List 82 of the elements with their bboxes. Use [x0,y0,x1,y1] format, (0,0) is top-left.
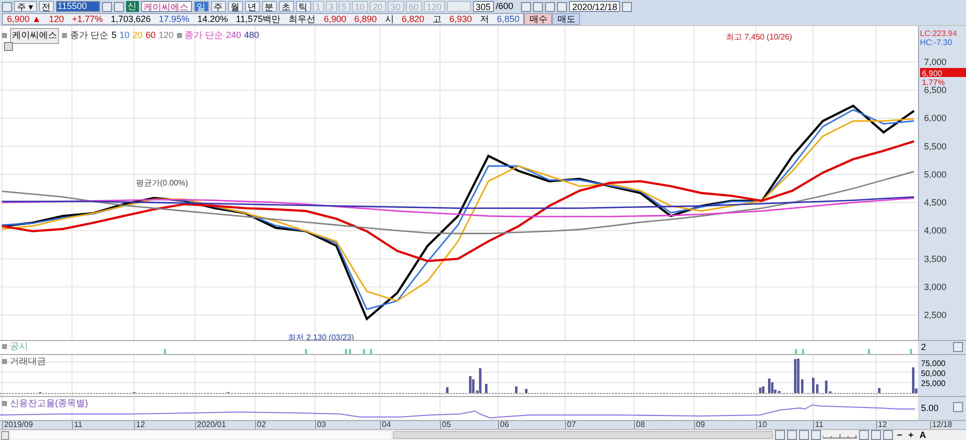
quote-value: +1.77% [72,14,103,24]
zoom-button[interactable]: A [918,430,928,440]
quote-value: 120 [48,14,64,24]
quote-value: 최우선 [288,14,316,24]
period-tab[interactable]: 주 [210,1,226,12]
legend-period: 240 [226,29,242,42]
period-tab[interactable]: 년 [244,1,260,12]
quote-value: 17.95% [158,14,190,24]
interval-dropdown[interactable] [446,1,471,12]
price-tick: 6,500 [924,85,947,96]
zoom-button[interactable]: − [895,430,904,440]
legend-marker-icon [62,33,67,38]
quote-value: 고 [432,14,442,24]
date-field[interactable]: 2020/12/18 [569,1,620,12]
volume-tick: 50,000 [921,369,946,379]
scrollbar-thumb[interactable] [393,431,773,439]
legend-marker-icon [2,33,7,38]
quote-value: 11,575백만 [236,14,281,24]
legend-stock-name: 케이씨에스 [10,28,59,44]
quote-value: 6,930 [449,14,472,24]
ruler-icon [823,432,857,438]
period-tab[interactable]: 월 [228,1,243,12]
zoom-button[interactable]: + [906,430,916,440]
price-tick: 4,500 [924,198,947,208]
chart-annotation: 최고 7,450 (10/26) [726,32,792,42]
price-tick: 3,500 [924,254,947,264]
buy-button[interactable]: 매수 [524,13,552,25]
legend-period: 5 [112,29,117,42]
market-dropdown[interactable]: 주 ▾ [14,1,37,12]
count-field[interactable]: 305 [472,1,494,12]
scope-button[interactable]: 전 [38,1,54,12]
quote-value: 6,900 ▲ [7,14,41,24]
quote-value: 시 [384,14,394,24]
quote-value: 6,900 [324,14,346,24]
quote-value: 6,890 [354,14,377,24]
legend-marker-icon [176,33,182,38]
period-tab[interactable]: 분 [262,1,277,12]
price-tick: 5,000 [924,169,947,180]
legend-period: 10 [120,29,130,42]
price-tick: 2,500 [924,310,947,320]
price-tick: 5,500 [924,141,947,152]
legend-period: 60 [146,29,156,42]
period-tab[interactable]: 초 [278,1,294,12]
quote-value: 저 [480,14,489,24]
legend-period: 120 [158,29,174,42]
panel-menu-icon[interactable] [4,42,13,51]
panel-title: 공시 [10,341,28,352]
quote-value: 6,820 [402,14,424,24]
price-tick: 7,000 [924,56,947,67]
hc-label: HC:-7.30 [920,38,952,47]
sell-button[interactable]: 매도 [552,13,580,25]
price-tick: 6,000 [924,113,947,124]
price-tick: 4,000 [924,226,947,236]
price-tick: 3,000 [924,282,947,292]
legend-period: 480 [244,29,260,42]
panel-menu-icon[interactable] [953,342,963,352]
legend-marker-icon [2,401,7,406]
quote-value: 6,850 [496,14,520,24]
count-max-text: /600 [496,1,514,12]
stock-name-field[interactable]: 케이씨에스 [140,1,192,12]
panel-title: 신용잔고율(종목별) [10,397,88,410]
scroll-left-button[interactable] [1,430,9,440]
volume-tick: 25,000 [921,379,946,389]
legend-label: 종가 단순 [184,29,224,42]
period-tab[interactable]: 일 [194,1,209,12]
quote-value: 14.20% [197,14,228,24]
quote-value: 1,703,626 [110,14,151,24]
volume-tick: 75,000 [921,359,946,369]
legend-marker-icon [2,344,7,349]
legend-marker-icon [2,359,7,364]
axis-label: 5.00 [921,402,939,415]
legend-label: 종가 단순 [70,29,109,42]
panel-title: 거래대금 [10,355,46,368]
new-badge[interactable]: 신 [126,1,139,12]
panel-menu-icon[interactable] [953,402,963,412]
legend-period: 20 [132,29,143,42]
code-field[interactable]: 115500 [56,1,100,12]
axis-label: 2 [921,341,926,354]
period-tab[interactable]: 틱 [296,1,311,12]
lc-label: LC:223.94 [920,29,957,38]
change-percent: 1.77% [922,78,945,87]
chart-annotation: 평균가(0.00%) [136,178,188,188]
